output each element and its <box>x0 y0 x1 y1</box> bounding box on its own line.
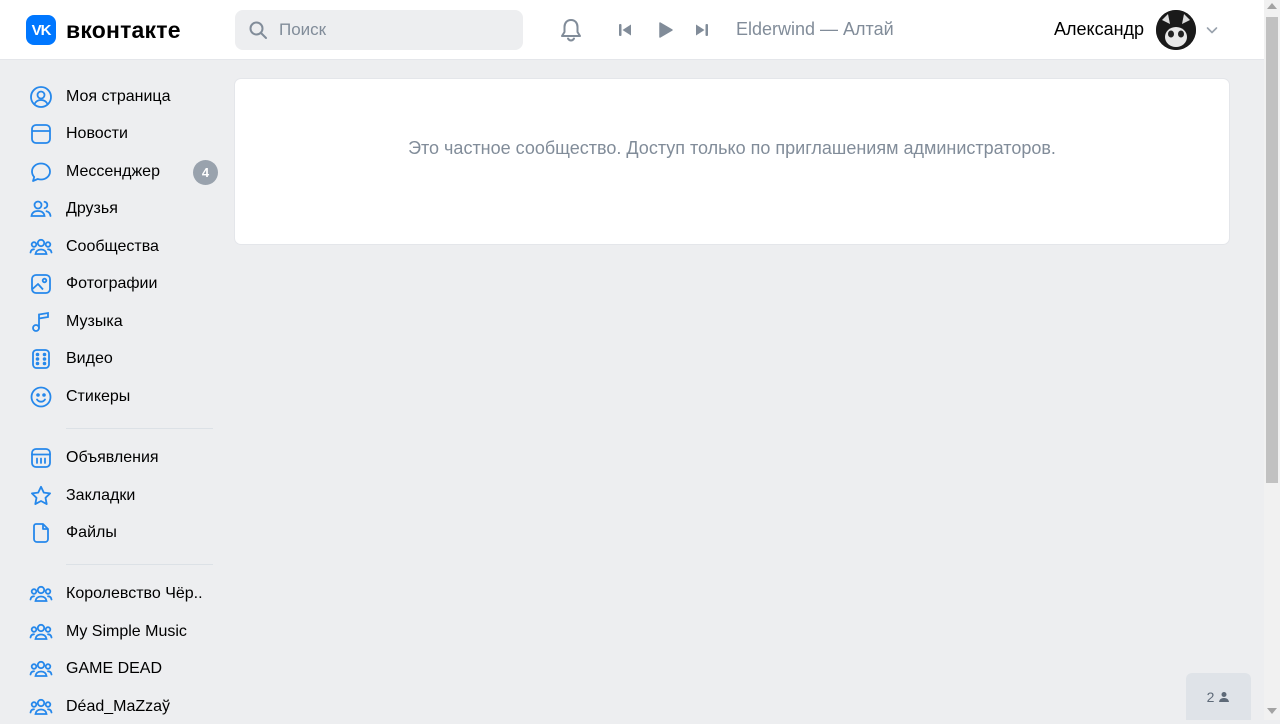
sidebar-item-label: Мессенджер <box>66 163 160 180</box>
sidebar-item-my-page[interactable]: Моя страница <box>28 80 220 114</box>
scroll-down-arrow-icon[interactable] <box>1267 708 1277 714</box>
file-icon <box>28 520 54 546</box>
online-count: 2 <box>1206 688 1215 705</box>
scrollbar-thumb[interactable] <box>1266 17 1278 483</box>
vk-logo[interactable]: VK вконтакте <box>26 14 181 46</box>
sidebar-item-news[interactable]: Новости <box>28 117 220 151</box>
ads-icon <box>28 445 54 471</box>
smile-icon <box>28 384 54 410</box>
person-icon <box>1219 691 1230 702</box>
sidebar-item-files[interactable]: Файлы <box>28 516 220 550</box>
friends-icon <box>28 196 54 222</box>
sidebar-item-label: Музыка <box>66 313 123 330</box>
sidebar-group-label: Королевство Чёр.. <box>66 585 203 602</box>
sidebar-item-messenger[interactable]: Мессенджер 4 <box>28 155 220 189</box>
sidebar-divider <box>66 564 213 565</box>
logo-text: вконтакте <box>66 16 181 43</box>
communities-icon <box>28 234 54 260</box>
search-input[interactable] <box>277 19 511 41</box>
sidebar-item-ads[interactable]: Объявления <box>28 441 220 475</box>
message-icon <box>28 159 54 185</box>
sidebar-item-label: Друзья <box>66 200 118 217</box>
sidebar-item-photos[interactable]: Фотографии <box>28 267 220 301</box>
chevron-down-icon[interactable] <box>1205 23 1219 42</box>
sidebar-group-item[interactable]: Déad_MaZzaў <box>28 690 220 724</box>
sidebar-item-label: Стикеры <box>66 388 131 405</box>
sidebar-item-label: Файлы <box>66 524 117 541</box>
communities-icon <box>28 694 54 720</box>
news-icon <box>28 121 54 147</box>
private-community-card: Это частное сообщество. Доступ только по… <box>235 79 1229 244</box>
scroll-up-arrow-icon[interactable] <box>1267 3 1277 9</box>
sidebar-group-label: GAME DEAD <box>66 660 163 677</box>
sidebar-item-stickers[interactable]: Стикеры <box>28 380 220 414</box>
sidebar-group-item[interactable]: GAME DEAD <box>28 652 220 686</box>
photo-icon <box>28 271 54 297</box>
sidebar-item-label: Видео <box>66 350 113 367</box>
sidebar-group-item[interactable]: My Simple Music <box>28 615 220 649</box>
sidebar-item-label: Фотографии <box>66 275 158 292</box>
sidebar-item-communities[interactable]: Сообщества <box>28 230 220 264</box>
private-community-message: Это частное сообщество. Доступ только по… <box>408 138 1056 158</box>
sidebar-group-label: Déad_MaZzaў <box>66 698 171 715</box>
online-friends-button[interactable]: 2 <box>1186 673 1251 720</box>
sidebar-divider <box>66 428 213 429</box>
play-icon[interactable] <box>653 18 677 42</box>
sidebar-item-friends[interactable]: Друзья <box>28 192 220 226</box>
sidebar-item-music[interactable]: Музыка <box>28 305 220 339</box>
communities-icon <box>28 656 54 682</box>
communities-icon <box>28 619 54 645</box>
video-icon <box>28 346 54 372</box>
search-box[interactable] <box>235 10 523 50</box>
user-circle-icon <box>28 84 54 110</box>
sidebar-item-label: Закладки <box>66 487 136 504</box>
sidebar-item-label: Новости <box>66 125 128 142</box>
star-icon <box>28 483 54 509</box>
now-playing-title[interactable]: Elderwind — Алтай <box>736 19 894 40</box>
user-name[interactable]: Александр <box>1054 19 1144 40</box>
communities-icon <box>28 581 54 607</box>
sidebar-item-label: Сообщества <box>66 238 159 255</box>
sidebar-item-bookmarks[interactable]: Закладки <box>28 479 220 513</box>
notifications-bell-icon[interactable] <box>556 15 586 45</box>
sidebar-group-label: My Simple Music <box>66 623 187 640</box>
previous-track-icon[interactable] <box>613 18 637 42</box>
sidebar-item-label: Моя страница <box>66 88 171 105</box>
search-icon <box>249 21 267 39</box>
sidebar-item-video[interactable]: Видео <box>28 342 220 376</box>
sidebar-item-label: Объявления <box>66 449 159 466</box>
music-icon <box>28 309 54 335</box>
vk-logo-icon: VK <box>26 15 56 45</box>
next-track-icon[interactable] <box>690 18 714 42</box>
sidebar-group-item[interactable]: Королевство Чёр.. <box>28 577 220 611</box>
unread-badge: 4 <box>193 159 218 185</box>
avatar[interactable] <box>1156 10 1196 50</box>
top-bar: VK вконтакте Elderwind — Алтай Алекса <box>0 0 1264 60</box>
